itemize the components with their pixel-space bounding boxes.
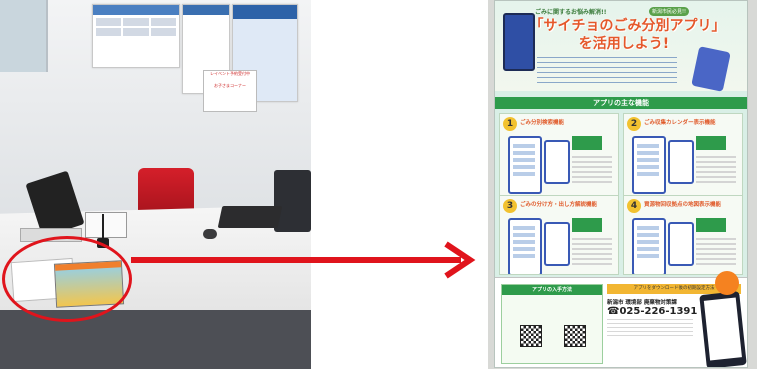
monitor [274,170,311,232]
poster-title: 「サイチョのごみ分別アプリ」を活用しよう! [529,18,719,52]
wall-poster-1 [92,4,180,68]
phone-illustration-3 [699,291,747,367]
wall-sign-text-1: レイベント予約受付中 [210,71,250,76]
office-photo: レイベント予約受付中 お子さまコーナー [0,0,311,369]
app-download-box: アプリの入手方法 [501,284,603,364]
keyboard [217,206,283,228]
app-poster: ごみに関するお悩み解消!! 新潟市民必見!! 「サイチョのごみ分別アプリ」を活用… [494,0,748,368]
card-stand [85,212,127,238]
poster-description-lines [537,57,677,87]
pen [102,214,104,240]
feature-title: ごみの分け方・出し方解説機能 [520,202,598,208]
window [0,0,48,72]
feature-card-2: 2 ごみ収集カレンダー表示機能 [623,113,743,199]
contact-details [607,319,693,337]
features-heading: アプリの主な機能 [495,97,747,109]
feature-number: 1 [503,117,517,131]
wall-sign-text-2: お子さまコーナー [214,83,246,88]
poster-photo: ごみに関するお悩み解消!! 新潟市民必見!! 「サイチョのごみ分別アプリ」を活用… [488,0,757,369]
orange-badge [715,271,739,295]
feature-number: 2 [627,117,641,131]
feature-number: 3 [503,199,517,213]
wall-sign: レイベント予約受付中 お子さまコーナー [203,70,257,112]
arrow-right-icon [444,241,476,279]
feature-card-3: 3 ごみの分け方・出し方解説機能 [499,195,619,275]
poster-subtitle: ごみに関するお悩み解消!! [535,9,607,16]
mouse [203,229,217,239]
feature-title: ごみ分別検索機能 [520,120,565,126]
feature-title: 資源物回収拠点の地図表示機能 [644,202,722,208]
arrow-shaft [131,257,461,263]
red-chair [138,168,194,214]
howto-heading: アプリの入手方法 [502,285,602,295]
highlight-circle [2,236,132,322]
feature-title: ごみ収集カレンダー表示機能 [644,120,716,126]
poster-badge: 新潟市民必見!! [649,7,690,16]
feature-card-1: 1 ごみ分別検索機能 [499,113,619,199]
qr-code-iphone [520,325,542,347]
qr-code-android [564,325,586,347]
feature-number: 4 [627,199,641,213]
feature-card-4: 4 資源物回収拠点の地図表示機能 [623,195,743,275]
